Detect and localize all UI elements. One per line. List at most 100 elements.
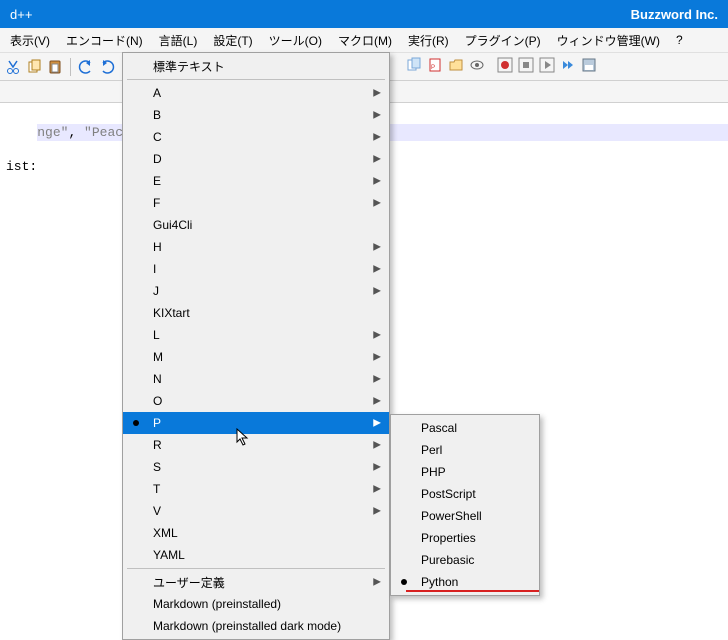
menu-settings[interactable]: 設定(T) <box>205 29 260 52</box>
chevron-right-icon: ▶ <box>373 396 381 407</box>
title-text-right: Buzzword Inc. <box>631 7 718 22</box>
cut-icon[interactable] <box>3 57 23 77</box>
menu-view[interactable]: 表示(V) <box>2 29 58 52</box>
language-menu-item[interactable]: ユーザー定義 ▶ <box>123 571 389 593</box>
menu-item-label: I <box>153 262 156 276</box>
menu-item-label: V <box>153 504 161 518</box>
menu-item-label: S <box>153 460 161 474</box>
submenu-item-label: PowerShell <box>421 509 482 523</box>
chevron-right-icon: ▶ <box>373 88 381 99</box>
menu-language[interactable]: 言語(L) <box>151 29 206 52</box>
language-menu-item[interactable]: F▶ <box>123 192 389 214</box>
chevron-right-icon: ▶ <box>373 132 381 143</box>
menu-item-label: Gui4Cli <box>153 218 192 232</box>
submenu-item[interactable]: Pascal <box>391 417 539 439</box>
chevron-right-icon: ▶ <box>373 264 381 275</box>
menu-item-label: J <box>153 284 159 298</box>
menu-standard-text[interactable]: 標準テキスト <box>123 55 389 77</box>
chevron-right-icon: ▶ <box>373 484 381 495</box>
language-menu-item[interactable]: O▶ <box>123 390 389 412</box>
menu-item-label: ユーザー定義 <box>153 574 225 591</box>
language-menu-item[interactable]: V▶ <box>123 500 389 522</box>
menu-item-label: B <box>153 108 161 122</box>
language-menu-item[interactable]: A▶ <box>123 82 389 104</box>
menu-separator <box>127 568 385 569</box>
menu-help[interactable]: ? <box>668 30 691 50</box>
menu-window[interactable]: ウィンドウ管理(W) <box>549 29 668 52</box>
language-menu-item[interactable]: YAML <box>123 544 389 566</box>
language-menu-item[interactable]: Markdown (preinstalled dark mode) <box>123 615 389 637</box>
language-menu-item[interactable]: M▶ <box>123 346 389 368</box>
play-icon[interactable] <box>537 55 557 75</box>
redo-icon[interactable] <box>97 57 117 77</box>
language-menu-item[interactable]: P▶ <box>123 412 389 434</box>
language-menu-item[interactable]: J▶ <box>123 280 389 302</box>
chevron-right-icon: ▶ <box>373 506 381 517</box>
stop-icon[interactable] <box>516 55 536 75</box>
folder-open-icon[interactable] <box>446 55 466 75</box>
menu-item-label: D <box>153 152 162 166</box>
record-icon[interactable] <box>495 55 515 75</box>
language-menu-item[interactable]: D▶ <box>123 148 389 170</box>
language-menu-item[interactable]: Markdown (preinstalled) <box>123 593 389 615</box>
titlebar: d++ Buzzword Inc. <box>0 0 728 28</box>
submenu-item[interactable]: Purebasic <box>391 549 539 571</box>
undo-icon[interactable] <box>76 57 96 77</box>
menu-item-label: XML <box>153 526 178 540</box>
language-dropdown: 標準テキスト A▶B▶C▶D▶E▶F▶Gui4CliH▶I▶J▶KIXtartL… <box>122 52 390 640</box>
submenu-item[interactable]: PHP <box>391 461 539 483</box>
pdf-icon[interactable]: P <box>425 55 445 75</box>
language-menu-item[interactable]: I▶ <box>123 258 389 280</box>
eye-icon[interactable] <box>467 55 487 75</box>
language-menu-item[interactable]: C▶ <box>123 126 389 148</box>
submenu-item[interactable]: Properties <box>391 527 539 549</box>
chevron-right-icon: ▶ <box>373 198 381 209</box>
chevron-right-icon: ▶ <box>373 374 381 385</box>
chevron-right-icon: ▶ <box>373 286 381 297</box>
submenu-item[interactable]: Perl <box>391 439 539 461</box>
bullet-icon <box>401 579 407 585</box>
language-menu-item[interactable]: N▶ <box>123 368 389 390</box>
submenu-item-label: Perl <box>421 443 442 457</box>
submenu-item-label: Properties <box>421 531 476 545</box>
copy-icon[interactable] <box>24 57 44 77</box>
menu-item-label: KIXtart <box>153 306 190 320</box>
bullet-icon <box>133 420 139 426</box>
menu-item-label: Markdown (preinstalled dark mode) <box>153 619 341 633</box>
language-menu-item[interactable]: S▶ <box>123 456 389 478</box>
menu-item-label: A <box>153 86 161 100</box>
menu-item-label: L <box>153 328 160 342</box>
language-menu-item[interactable]: E▶ <box>123 170 389 192</box>
clone-doc-icon[interactable] <box>404 55 424 75</box>
submenu-item[interactable]: PostScript <box>391 483 539 505</box>
language-menu-item[interactable]: Gui4Cli <box>123 214 389 236</box>
language-menu-item[interactable]: XML <box>123 522 389 544</box>
menu-macro[interactable]: マクロ(M) <box>330 29 400 52</box>
chevron-right-icon: ▶ <box>373 352 381 363</box>
language-menu-item[interactable]: H▶ <box>123 236 389 258</box>
chevron-right-icon: ▶ <box>373 330 381 341</box>
submenu-item[interactable]: PowerShell <box>391 505 539 527</box>
chevron-right-icon: ▶ <box>373 418 381 429</box>
annotation-underline <box>406 590 539 592</box>
language-menu-item[interactable]: B▶ <box>123 104 389 126</box>
svg-text:P: P <box>431 65 435 71</box>
save-macro-icon[interactable] <box>579 55 599 75</box>
menu-plugins[interactable]: プラグイン(P) <box>457 29 549 52</box>
paste-icon[interactable] <box>45 57 65 77</box>
menu-item-label: H <box>153 240 162 254</box>
fast-forward-icon[interactable] <box>558 55 578 75</box>
menu-item-label: M <box>153 350 163 364</box>
submenu-item-label: Purebasic <box>421 553 474 567</box>
chevron-right-icon: ▶ <box>373 577 381 588</box>
language-menu-item[interactable]: T▶ <box>123 478 389 500</box>
menu-run[interactable]: 実行(R) <box>400 29 457 52</box>
submenu-item-label: Pascal <box>421 421 457 435</box>
menu-item-label: 標準テキスト <box>153 58 225 75</box>
language-menu-item[interactable]: KIXtart <box>123 302 389 324</box>
language-menu-item[interactable]: R▶ <box>123 434 389 456</box>
title-text-left: d++ <box>10 7 32 22</box>
menu-tools[interactable]: ツール(O) <box>261 29 330 52</box>
menu-encoding[interactable]: エンコード(N) <box>58 29 151 52</box>
language-menu-item[interactable]: L▶ <box>123 324 389 346</box>
